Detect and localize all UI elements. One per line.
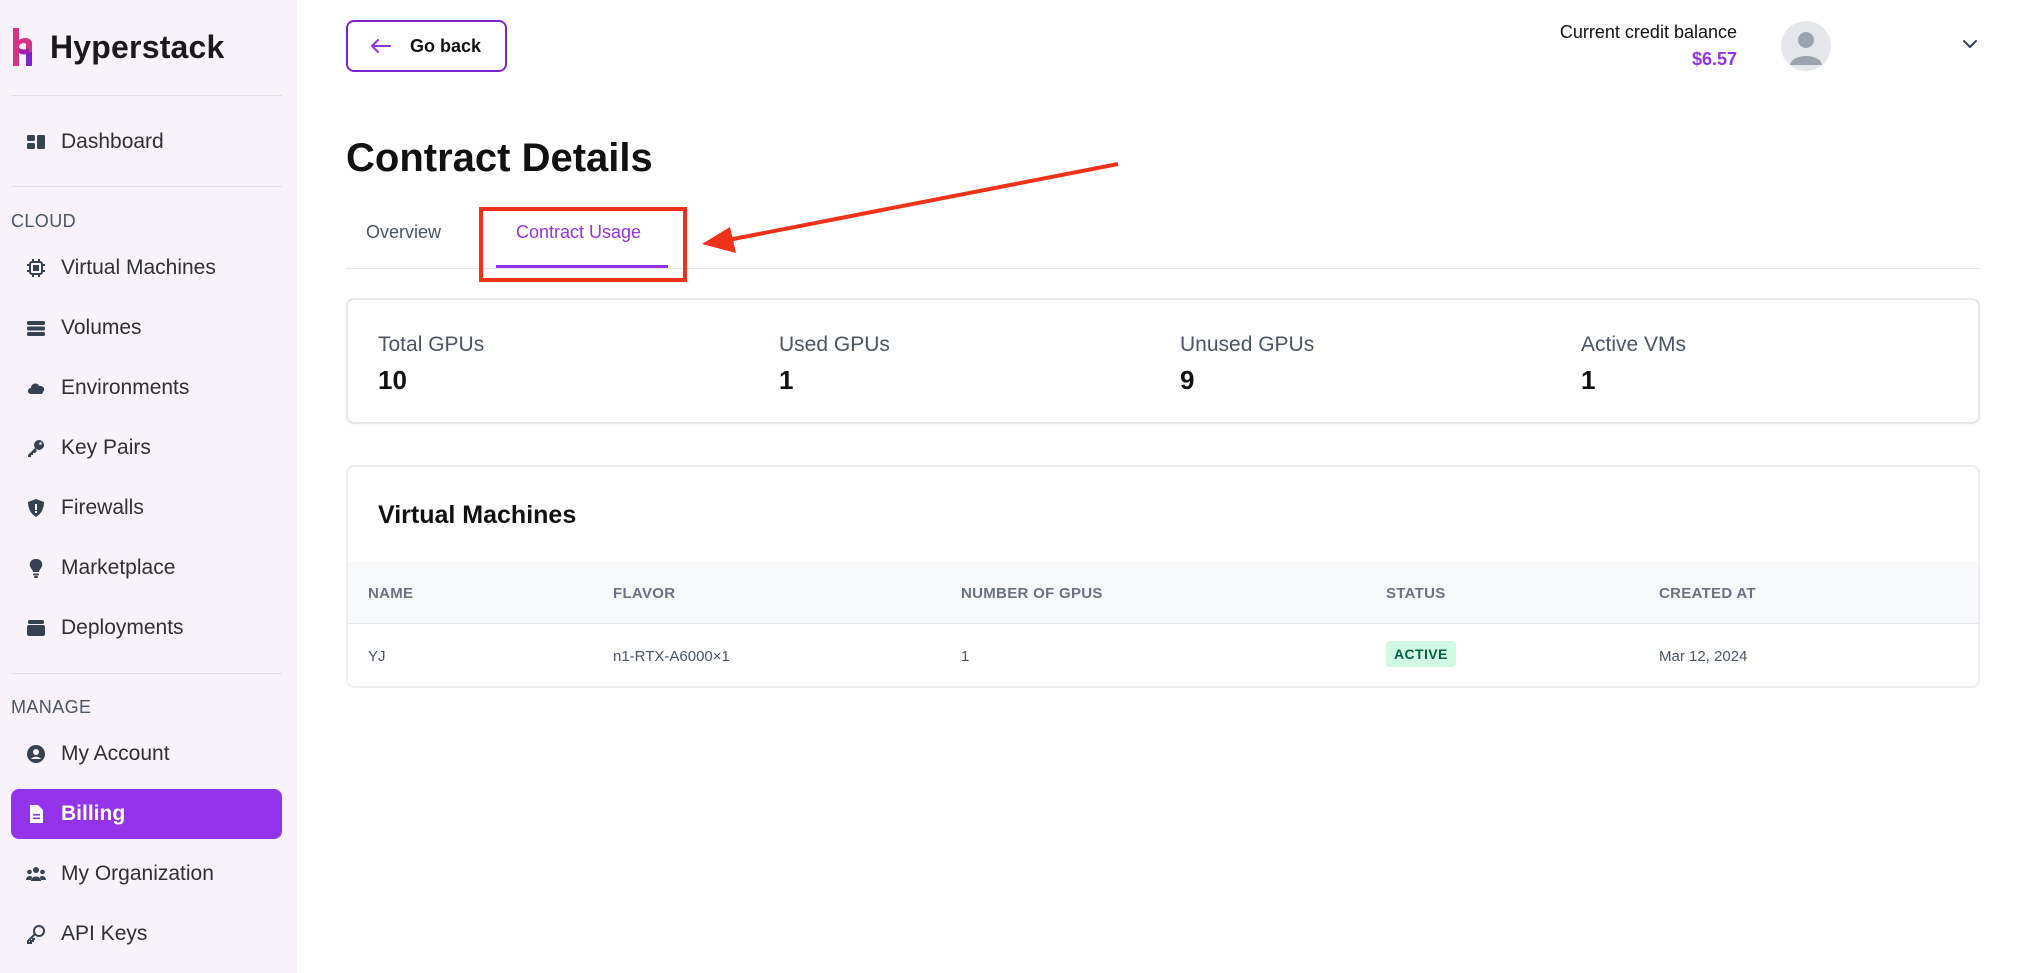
column-header-name[interactable]: NAME xyxy=(368,585,413,602)
chevron-down-icon[interactable] xyxy=(1960,34,1980,54)
sidebar-item-my-account[interactable]: My Account xyxy=(11,729,282,779)
document-icon xyxy=(25,803,47,825)
sidebar-item-volumes[interactable]: Volumes xyxy=(11,303,282,353)
sidebar-item-marketplace[interactable]: Marketplace xyxy=(11,543,282,593)
page-title: Contract Details xyxy=(346,136,653,180)
sidebar-item-label: Volumes xyxy=(61,316,142,339)
virtual-machines-card: Virtual Machines NAME FLAVOR NUMBER OF G… xyxy=(346,465,1980,688)
sidebar-item-label: My Account xyxy=(61,742,170,765)
credit-balance-label: Current credit balance xyxy=(1559,22,1737,42)
annotation-highlight-box xyxy=(479,207,687,282)
credit-balance-value: $6.57 xyxy=(1691,49,1737,69)
cell-name: YJ xyxy=(368,648,386,665)
column-header-flavor[interactable]: FLAVOR xyxy=(613,585,675,602)
arrow-left-icon xyxy=(371,39,391,53)
key-icon xyxy=(25,437,47,459)
go-back-button[interactable]: Go back xyxy=(346,20,507,72)
stat-value: 1 xyxy=(1581,365,1596,395)
user-circle-icon xyxy=(25,743,47,765)
section-label-cloud: CLOUD xyxy=(11,211,77,231)
sidebar-item-api-keys[interactable]: API Keys xyxy=(11,909,282,959)
stat-total-gpus: Total GPUs 10 xyxy=(378,333,484,396)
sidebar-divider xyxy=(11,673,282,674)
sidebar-item-label: Environments xyxy=(61,376,190,399)
sidebar-divider xyxy=(11,186,282,187)
hyperstack-logo-icon xyxy=(13,28,32,66)
cell-flavor: n1-RTX-A6000×1 xyxy=(613,648,730,665)
sidebar-item-label: Key Pairs xyxy=(61,436,151,459)
sidebar-item-label: API Keys xyxy=(61,922,148,945)
stat-label: Used GPUs xyxy=(779,333,890,356)
status-badge: ACTIVE xyxy=(1386,641,1456,667)
sidebar-item-label: Billing xyxy=(61,802,126,825)
volumes-icon xyxy=(25,317,47,339)
tab-overview[interactable]: Overview xyxy=(366,222,441,243)
sidebar-item-deployments[interactable]: Deployments xyxy=(11,603,282,653)
table-header: NAME FLAVOR NUMBER OF GPUS STATUS CREATE… xyxy=(348,562,1978,624)
sidebar-item-virtual-machines[interactable]: Virtual Machines xyxy=(11,243,282,293)
table-row[interactable]: YJ n1-RTX-A6000×1 1 ACTIVE Mar 12, 2024 xyxy=(348,624,1978,686)
stat-used-gpus: Used GPUs 1 xyxy=(779,333,890,396)
go-back-label: Go back xyxy=(410,35,482,56)
sidebar-item-environments[interactable]: Environments xyxy=(11,363,282,413)
box-icon xyxy=(25,617,47,639)
column-header-gpus[interactable]: NUMBER OF GPUS xyxy=(961,585,1103,602)
column-header-status[interactable]: STATUS xyxy=(1386,585,1446,602)
shield-icon xyxy=(25,497,47,519)
logo[interactable]: Hyperstack xyxy=(10,26,225,68)
sidebar-item-label: Deployments xyxy=(61,616,184,639)
lightbulb-icon xyxy=(25,557,47,579)
stat-label: Active VMs xyxy=(1581,333,1687,356)
sidebar-item-key-pairs[interactable]: Key Pairs xyxy=(11,423,282,473)
section-title: Virtual Machines xyxy=(378,501,577,529)
sidebar-item-billing[interactable]: Billing xyxy=(11,789,282,839)
sidebar-item-label: Dashboard xyxy=(61,130,164,153)
sidebar-item-label: Firewalls xyxy=(61,496,144,519)
credit-balance: Current credit balance $6.57 xyxy=(1560,22,1737,70)
column-header-created-at[interactable]: CREATED AT xyxy=(1659,585,1756,602)
cloud-icon xyxy=(25,377,47,399)
stat-value: 10 xyxy=(378,365,407,395)
cell-gpus: 1 xyxy=(961,648,970,665)
stat-label: Unused GPUs xyxy=(1180,333,1315,356)
sidebar-item-my-organization[interactable]: My Organization xyxy=(11,849,282,899)
sidebar: Hyperstack Dashboard CLOUD Virtual Machi… xyxy=(0,0,297,973)
cell-created-at: Mar 12, 2024 xyxy=(1659,648,1748,665)
sidebar-item-label: Marketplace xyxy=(61,556,176,579)
stat-value: 1 xyxy=(779,365,794,395)
avatar[interactable] xyxy=(1781,21,1831,71)
sidebar-divider xyxy=(11,95,282,96)
stat-label: Total GPUs xyxy=(378,333,485,356)
stat-value: 9 xyxy=(1180,365,1195,395)
key-outline-icon xyxy=(25,923,47,945)
app-name: Hyperstack xyxy=(50,28,225,65)
section-label-manage: MANAGE xyxy=(11,697,92,717)
stat-active-vms: Active VMs 1 xyxy=(1581,333,1686,396)
stat-unused-gpus: Unused GPUs 9 xyxy=(1180,333,1314,396)
sidebar-item-label: Virtual Machines xyxy=(61,256,216,279)
sidebar-item-firewalls[interactable]: Firewalls xyxy=(11,483,282,533)
chip-icon xyxy=(25,257,47,279)
annotation-arrow-icon xyxy=(702,162,1119,253)
user-avatar-icon xyxy=(1790,32,1822,65)
sidebar-item-label: My Organization xyxy=(61,862,214,885)
sidebar-item-dashboard[interactable]: Dashboard xyxy=(11,117,282,167)
dashboard-icon xyxy=(25,131,47,153)
usage-summary-card: Total GPUs 10 Used GPUs 1 Unused GPUs 9 … xyxy=(346,298,1980,424)
users-icon xyxy=(25,863,47,885)
